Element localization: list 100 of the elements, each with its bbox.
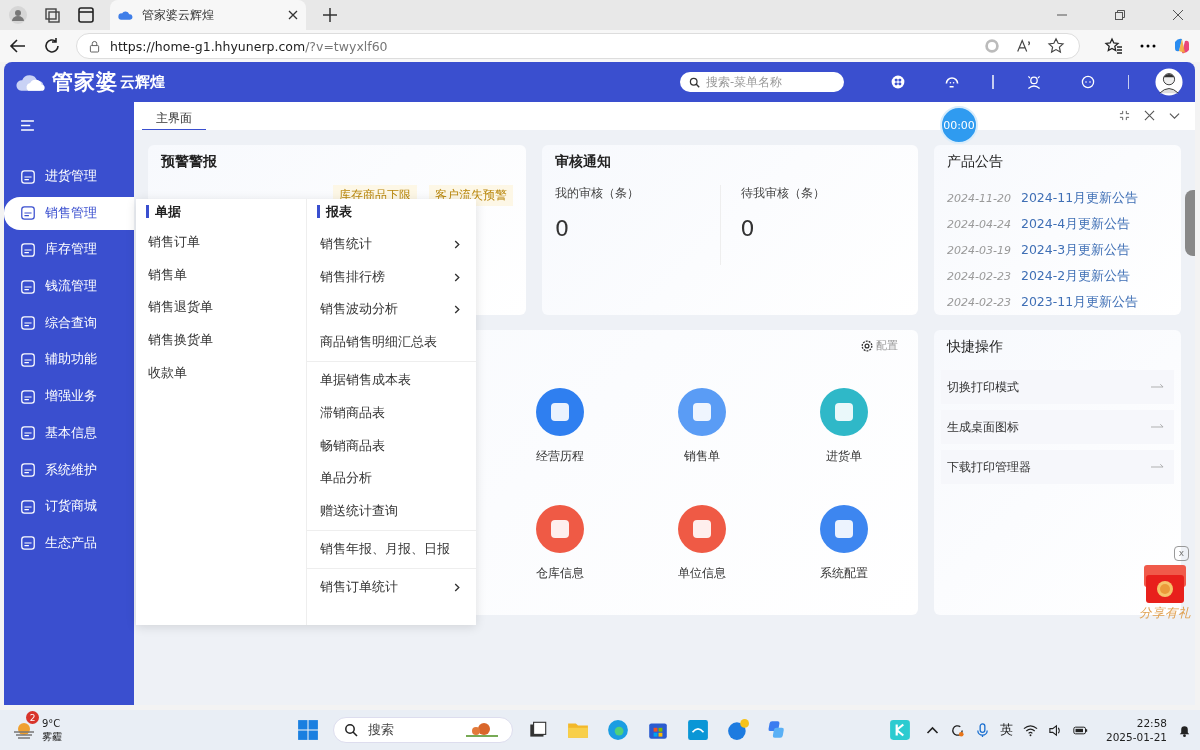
sidebar-item[interactable]: 辅助功能 — [4, 343, 134, 377]
menu-item[interactable]: 单据销售成本表 — [306, 364, 476, 397]
stat-value[interactable]: 0 — [740, 216, 905, 241]
quick-action[interactable]: 下载打印管理器 — [941, 450, 1174, 484]
menu-item[interactable]: 销售订单 — [136, 226, 306, 259]
notice-link[interactable]: 2024-11月更新公告 — [1020, 189, 1139, 207]
browser-icon[interactable] — [607, 719, 630, 741]
menu-item[interactable]: 销售排行榜 — [306, 260, 476, 294]
sidebar-item[interactable]: 增强业务 — [4, 380, 134, 414]
arrow-icon — [1151, 424, 1164, 430]
sidebar-item[interactable]: 综合查询 — [4, 306, 134, 340]
sidebar-item[interactable]: 基本信息 — [4, 416, 134, 450]
apps-icon[interactable] — [890, 74, 906, 90]
logo-subtext: 云辉煌 — [120, 72, 165, 92]
menu-item[interactable]: 销售统计 — [306, 228, 476, 261]
microphone-icon[interactable] — [974, 722, 990, 738]
tab-actions-icon[interactable] — [76, 5, 96, 25]
notice-link[interactable]: 2024-4月更新公告 — [1020, 215, 1131, 233]
page-tab[interactable]: 主界面 — [142, 110, 206, 130]
weather-icon — [12, 720, 36, 740]
menu-item[interactable]: 单品分析 — [306, 462, 476, 496]
notice-link[interactable]: 2024-2月更新公告 — [1020, 267, 1131, 285]
fullscreen-icon[interactable] — [1119, 110, 1130, 121]
profile-icon[interactable] — [8, 5, 28, 25]
menu-item[interactable]: 销售波动分析 — [306, 293, 476, 327]
card-title: 产品公告 — [947, 153, 1004, 171]
menu-item[interactable]: 收款单 — [136, 357, 306, 390]
sidebar-item[interactable]: 库存管理 — [4, 233, 134, 267]
stat-value[interactable]: 0 — [555, 216, 720, 241]
taskbar-search[interactable]: 搜索 — [333, 717, 514, 743]
support-icon[interactable] — [944, 74, 960, 90]
temperature: 9°C — [42, 717, 62, 730]
shortcut-tile[interactable]: 销售单 — [631, 388, 773, 465]
app-tile-icon[interactable] — [687, 719, 710, 741]
user-service-icon[interactable] — [1025, 74, 1042, 90]
avatar[interactable] — [1155, 68, 1183, 96]
chevron-down-icon[interactable] — [1169, 110, 1180, 121]
sidebar-item[interactable]: 钱流管理 — [4, 270, 134, 304]
help-icon[interactable] — [727, 719, 750, 741]
sync-icon[interactable] — [949, 722, 965, 738]
clock-date[interactable]: 2025-01-21 — [1105, 730, 1167, 744]
restore-icon[interactable] — [1114, 9, 1126, 21]
menu-item[interactable]: 销售退货单 — [136, 291, 306, 325]
app-tile-icon[interactable] — [888, 719, 911, 741]
quick-action[interactable]: 生成桌面图标 — [941, 410, 1174, 444]
sidebar-item[interactable]: 生态产品 — [4, 526, 134, 560]
weather-text: 雾霾 — [42, 730, 62, 743]
close-button[interactable]: x — [1174, 546, 1189, 561]
notice-link[interactable]: 2024-3月更新公告 — [1020, 241, 1131, 259]
arrow-icon — [1151, 384, 1164, 390]
sidebar-item[interactable]: 销售管理 — [4, 196, 134, 230]
lock-icon — [89, 39, 100, 53]
chevron-right-icon — [454, 305, 460, 315]
chat-icon[interactable] — [1079, 74, 1096, 90]
shortcut-tile[interactable]: 经营历程 — [489, 388, 631, 465]
cloud-logo-icon — [16, 73, 46, 91]
notification-badge: 2 — [26, 711, 39, 724]
new-tab-icon[interactable] — [320, 5, 340, 25]
tab-title: 管家婆云辉煌 — [142, 6, 215, 24]
shortcut-tile[interactable]: 系统配置 — [773, 505, 915, 582]
chevron-right-icon — [454, 272, 460, 282]
favorites-icon[interactable] — [1104, 36, 1124, 56]
card-title: 快捷操作 — [947, 338, 1004, 356]
close-icon[interactable] — [1172, 9, 1184, 21]
shortcut-tile[interactable]: 单位信息 — [631, 505, 773, 582]
shortcut-tile[interactable]: 进货单 — [773, 388, 915, 465]
menu-item[interactable]: 畅销商品表 — [306, 429, 476, 463]
shortcut-tile[interactable]: 仓库信息 — [489, 505, 631, 582]
arrow-icon — [1151, 464, 1164, 470]
refresh-icon[interactable] — [42, 36, 62, 56]
menu-icon[interactable] — [20, 120, 35, 131]
clock-time[interactable]: 22:58 — [1136, 716, 1167, 730]
browser-tab[interactable]: 管家婆云辉煌 — [110, 0, 306, 30]
workspaces-icon[interactable] — [42, 5, 62, 25]
windows-start-icon[interactable] — [297, 719, 320, 741]
menu-item[interactable]: 商品销售明细汇总表 — [306, 326, 476, 360]
logo-text: 管家婆 — [52, 69, 118, 96]
card-title: 审核通知 — [555, 153, 612, 171]
copilot-icon[interactable] — [1172, 36, 1192, 56]
input-method[interactable]: 英 — [999, 721, 1013, 739]
notice-date: 2024-04-24 — [947, 217, 1011, 231]
notice-link[interactable]: 2023-11月更新公告 — [1020, 293, 1139, 311]
menu-search-field[interactable]: 搜索-菜单名称 — [680, 72, 844, 92]
speaker-icon[interactable] — [1047, 722, 1063, 738]
menu-item[interactable]: 滞销商品表 — [306, 397, 476, 430]
menu-item[interactable]: 销售年报、月报、日报 — [306, 533, 476, 566]
menu-item[interactable]: 销售单 — [136, 258, 306, 292]
close-icon[interactable] — [1144, 110, 1155, 121]
menu-item[interactable]: 销售订单统计 — [306, 570, 476, 604]
sidebar-item[interactable]: 系统维护 — [4, 453, 134, 487]
stat-label: 待我审核（条） — [740, 185, 826, 202]
wifi-icon[interactable] — [1022, 722, 1038, 738]
card-title: 预警警报 — [161, 153, 218, 171]
menu-item[interactable]: 赠送统计查询 — [306, 495, 476, 529]
notice-date: 2024-02-23 — [947, 295, 1011, 309]
address-bar[interactable]: https://home-g1.hhyunerp.com/?v=twyxlf60 — [76, 33, 1080, 59]
sidebar-item[interactable]: 进货管理 — [4, 160, 134, 193]
menu-item[interactable]: 销售换货单 — [136, 324, 306, 358]
sidebar-item[interactable]: 订货商城 — [4, 490, 134, 524]
close-icon[interactable] — [288, 10, 298, 20]
